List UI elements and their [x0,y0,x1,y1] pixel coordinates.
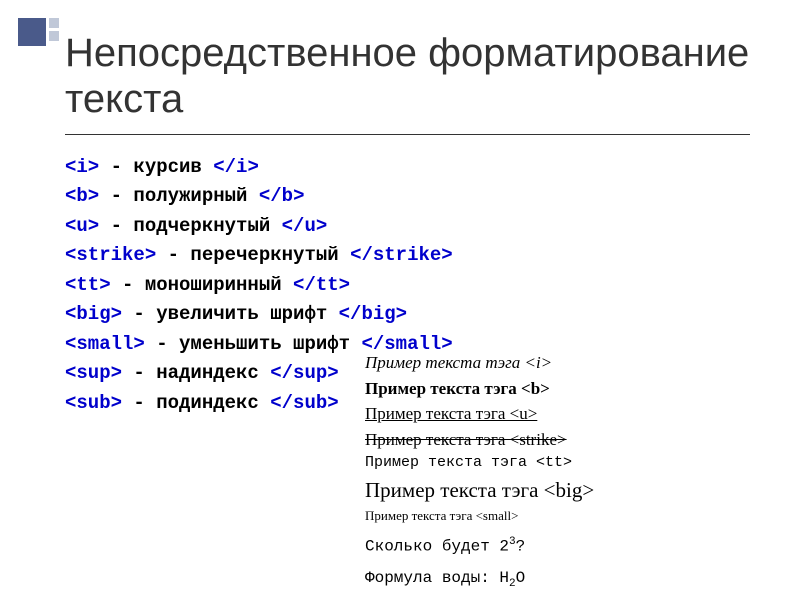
tag-close: </b> [259,185,305,207]
example-underline: Пример текста тэга <u> [365,401,745,427]
tag-close: </u> [282,215,328,237]
tag-open: <tt> [65,274,111,296]
tag-desc: - подчеркнутый [99,215,281,237]
example-bold: Пример текста тэга <b> [365,376,745,402]
tag-row-b: <b> - полужирный </b> [65,182,750,211]
tag-open: <small> [65,333,145,355]
tag-open: <sup> [65,362,122,384]
tag-open: <b> [65,185,99,207]
tag-open: <strike> [65,244,156,266]
example-tt: Пример текста тэга <tt> [365,452,745,475]
tag-open: <big> [65,303,122,325]
sup-end: ? [516,537,526,555]
tag-desc: - перечеркнутый [156,244,350,266]
deco-square-small [49,31,59,41]
tag-row-u: <u> - подчеркнутый </u> [65,212,750,241]
slide-decoration [18,18,59,46]
deco-square-column [49,18,59,44]
example-strike: Пример текста тэга <strike> [365,427,745,453]
tag-open: <i> [65,156,99,178]
example-big: Пример текста тэга <big> [365,475,745,507]
tag-close: </sup> [270,362,338,384]
tag-close: </strike> [350,244,453,266]
tag-row-tt: <tt> - моноширинный </tt> [65,271,750,300]
tag-close: </i> [213,156,259,178]
tag-desc: - надиндекс [122,362,270,384]
tag-open: <u> [65,215,99,237]
tag-close: </sub> [270,392,338,414]
sup-text: Сколько будет 2 [365,537,509,555]
sub-text: Формула воды: H [365,569,509,587]
tag-close: </tt> [293,274,350,296]
sub-end: O [516,569,526,587]
example-small: Пример текста тэга <small> [365,506,745,526]
example-sup: Сколько будет 23? [365,534,745,558]
example-italic: Пример текста тэга <i> [365,350,745,376]
tag-row-strike: <strike> - перечеркнутый </strike> [65,241,750,270]
tag-desc: - курсив [99,156,213,178]
tag-row-i: <i> - курсив </i> [65,153,750,182]
slide-title: Непосредственное форматирование текста [65,30,750,135]
example-sub: Формула воды: H2O [365,566,745,593]
tag-desc: - моноширинный [111,274,293,296]
sup-value: 3 [509,536,516,548]
deco-square-small [49,18,59,28]
slide: Непосредственное форматирование текста <… [0,0,800,600]
tag-desc: - подиндекс [122,392,270,414]
deco-square-large [18,18,46,46]
examples-block: Пример текста тэга <i> Пример текста тэг… [365,350,745,593]
tag-desc: - полужирный [99,185,259,207]
sub-value: 2 [509,578,516,590]
tag-open: <sub> [65,392,122,414]
tag-close: </big> [339,303,407,325]
tag-row-big: <big> - увеличить шрифт </big> [65,300,750,329]
tag-desc: - уменьшить шрифт [145,333,362,355]
tag-desc: - увеличить шрифт [122,303,339,325]
